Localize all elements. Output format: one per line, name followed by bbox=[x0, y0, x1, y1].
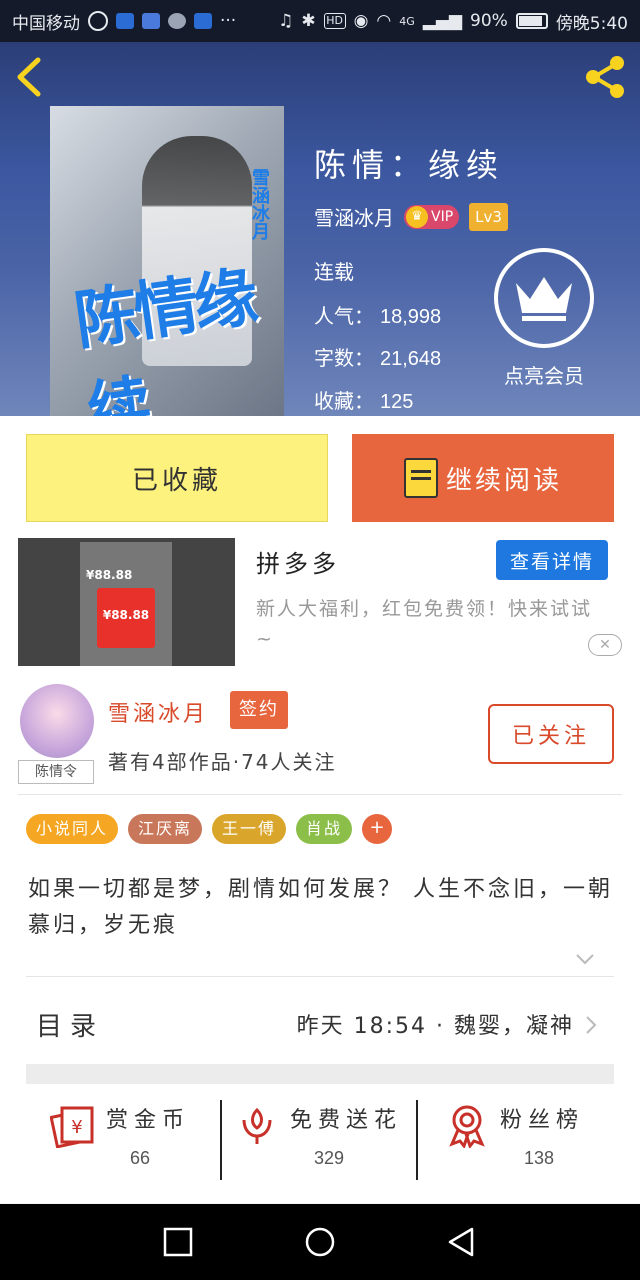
book-icon bbox=[403, 458, 438, 498]
vip-label: VIP bbox=[431, 208, 454, 225]
flower-icon bbox=[242, 1107, 272, 1144]
app-icon bbox=[142, 13, 160, 29]
divider bbox=[220, 1100, 222, 1180]
ad-image-amount-top: ¥88.88 bbox=[86, 568, 133, 582]
collected-button[interactable]: 已收藏 bbox=[26, 434, 328, 522]
app-k-icon bbox=[88, 11, 108, 31]
popularity-value: 18,998 bbox=[380, 306, 442, 328]
ribbon-icon bbox=[449, 1105, 485, 1148]
favorites-value: 125 bbox=[380, 391, 414, 413]
avatar-tag: 陈情令 bbox=[18, 760, 94, 784]
author-works-info: 著有4部作品·74人关注 bbox=[108, 750, 337, 774]
follow-button[interactable]: 已关注 bbox=[488, 704, 614, 764]
words-stat: 字数： 21,648 bbox=[314, 342, 441, 371]
book-header: 雪涵冰月 陈情缘续 陈情：缘续 雪涵冰月 ♛ VIP Lv3 连载 人气： 18,… bbox=[0, 42, 640, 416]
chevron-right-icon[interactable] bbox=[584, 1014, 598, 1036]
cover-author-text: 雪涵冰月 bbox=[249, 168, 270, 240]
tag-item[interactable]: 肖战 bbox=[296, 814, 353, 844]
ad-description: 新人大福利，红包免费领！快来试试~ bbox=[256, 598, 593, 650]
stat-value: 329 bbox=[314, 1148, 345, 1168]
gold-coin-icon: ¥ bbox=[50, 1106, 94, 1148]
stats-bar: ¥ 赏金币 66 免费送花 329 粉丝榜 138 bbox=[26, 1084, 614, 1200]
carrier-label: 中国移动 bbox=[12, 13, 80, 34]
words-label: 字数： bbox=[314, 346, 374, 370]
popularity-label: 人气： bbox=[314, 304, 374, 328]
author-name[interactable]: 雪涵冰月 bbox=[314, 202, 394, 231]
ad-red-envelope: ¥88.88 bbox=[97, 588, 155, 648]
book-cover[interactable]: 雪涵冰月 陈情缘续 bbox=[50, 106, 284, 416]
ad-image[interactable]: ¥88.88 ¥88.88 bbox=[18, 538, 235, 666]
stat-value: 66 bbox=[130, 1148, 151, 1168]
home-icon[interactable] bbox=[304, 1226, 336, 1258]
words-value: 21,648 bbox=[380, 348, 442, 370]
signal-icon: ▂▄▆ bbox=[422, 11, 463, 31]
eye-icon: ◉ bbox=[353, 11, 369, 31]
catalog-label[interactable]: 目录 bbox=[36, 1006, 104, 1043]
member-button[interactable]: 点亮会员 bbox=[494, 248, 594, 389]
wifi-icon: ◠ bbox=[376, 11, 392, 31]
divider bbox=[18, 794, 622, 795]
chevron-down-icon[interactable] bbox=[574, 948, 596, 970]
hd-icon: HD bbox=[323, 13, 346, 29]
headphone-icon: ♫ bbox=[278, 11, 294, 31]
back-button[interactable] bbox=[14, 56, 54, 100]
ad-phone-graphic: ¥88.88 ¥88.88 bbox=[80, 542, 172, 666]
member-label: 点亮会员 bbox=[504, 364, 584, 388]
bluetooth-icon: ✱ bbox=[301, 11, 316, 31]
author-section-name[interactable]: 雪涵冰月 bbox=[108, 696, 208, 728]
book-detail-content: 已收藏 继续阅读 ¥88.88 ¥88.88 拼多多 查看详情 新人大福利，红包… bbox=[0, 416, 640, 1203]
chevron-left-icon bbox=[17, 57, 41, 97]
svg-text:¥: ¥ bbox=[71, 1117, 82, 1138]
crown-icon bbox=[516, 277, 572, 321]
ad-banner[interactable]: ¥88.88 ¥88.88 拼多多 查看详情 新人大福利，红包免费领！快来试试~… bbox=[18, 538, 622, 668]
network-label: 4G bbox=[399, 14, 415, 28]
divider bbox=[416, 1100, 418, 1180]
wifi-app-icon bbox=[194, 13, 212, 29]
cover-title-text: 陈情缘续 bbox=[70, 259, 259, 416]
system-nav-bar bbox=[0, 1204, 640, 1280]
signed-badge: 签约 bbox=[230, 691, 288, 729]
tag-item[interactable]: 江厌离 bbox=[128, 814, 203, 844]
stat-label: 免费送花 bbox=[290, 1108, 403, 1133]
more-icon: ··· bbox=[220, 11, 237, 31]
status-bar: 中国移动 ··· ♫ ✱ HD ◉ ◠ 4G ▂▄▆ 90% 傍晚5:40 bbox=[0, 0, 640, 42]
share-icon bbox=[586, 56, 624, 98]
add-tag-button[interactable]: + bbox=[362, 814, 393, 844]
tag-item[interactable]: 小说同人 bbox=[26, 814, 119, 844]
back-nav-icon[interactable] bbox=[446, 1226, 478, 1258]
battery-percent: 90% bbox=[470, 11, 508, 31]
popularity-stat: 人气： 18,998 bbox=[314, 300, 441, 329]
wechat-icon bbox=[168, 13, 186, 29]
share-button[interactable] bbox=[582, 54, 628, 100]
ad-image-amount: ¥88.88 bbox=[102, 608, 150, 622]
author-avatar[interactable] bbox=[20, 684, 94, 758]
vip-badge: ♛ VIP bbox=[404, 204, 460, 229]
close-icon[interactable]: ✕ bbox=[588, 634, 622, 656]
shield-icon bbox=[116, 13, 134, 29]
crown-icon: ♛ bbox=[406, 205, 428, 228]
ad-title: 拼多多 bbox=[256, 550, 340, 578]
continue-reading-label: 继续阅读 bbox=[445, 465, 562, 496]
member-circle bbox=[494, 248, 594, 348]
divider bbox=[26, 976, 614, 977]
continue-reading-button[interactable]: 继续阅读 bbox=[352, 434, 614, 522]
favorites-label: 收藏： bbox=[314, 389, 374, 413]
tag-list: 小说同人 江厌离 王一傅 肖战 + bbox=[26, 814, 393, 844]
serial-status: 连载 bbox=[314, 260, 354, 284]
stat-label: 赏金币 bbox=[106, 1108, 191, 1133]
clock: 傍晚5:40 bbox=[555, 13, 628, 34]
favorites-stat: 收藏： 125 bbox=[314, 385, 413, 414]
recent-apps-icon[interactable] bbox=[162, 1226, 194, 1258]
stat-value: 138 bbox=[524, 1148, 555, 1168]
tag-item[interactable]: 王一傅 bbox=[212, 814, 287, 844]
level-badge: Lv3 bbox=[469, 202, 508, 231]
stat-label: 粉丝榜 bbox=[500, 1108, 585, 1133]
ad-detail-button[interactable]: 查看详情 bbox=[496, 540, 608, 580]
book-description: 如果一切都是梦，剧情如何发展？ 人生不念旧，一朝慕归，岁无痕 bbox=[28, 877, 613, 938]
battery-icon bbox=[515, 13, 548, 29]
catalog-latest-chapter[interactable]: 昨天 18:54 · 魏婴，凝神 bbox=[297, 1008, 574, 1040]
section-separator bbox=[26, 1064, 614, 1084]
book-title: 陈情：缘续 bbox=[314, 146, 505, 184]
author-row: 雪涵冰月 ♛ VIP Lv3 bbox=[314, 202, 508, 231]
